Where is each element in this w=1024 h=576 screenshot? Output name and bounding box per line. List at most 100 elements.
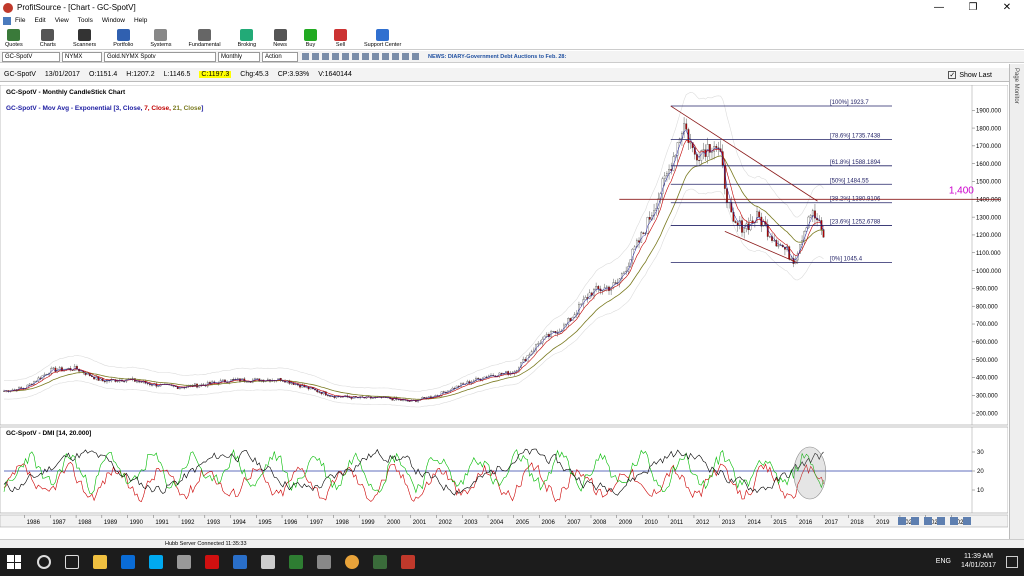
- toolbar-broking-button[interactable]: Broking: [237, 29, 257, 49]
- toolbar-systems-button[interactable]: Systems: [150, 29, 171, 49]
- candle-down: [597, 285, 600, 290]
- exchange-select[interactable]: NYMX: [62, 51, 102, 62]
- candle-down: [327, 394, 329, 396]
- candle-down: [318, 391, 321, 393]
- toolbar-sell-button[interactable]: Sell: [334, 29, 347, 49]
- year-label: 2008: [593, 520, 607, 526]
- fib-level-label: [38.2%] 1380.9106: [830, 197, 881, 203]
- news-ticker[interactable]: NEWS: DIARY-Government Debt Auctions to …: [428, 54, 566, 60]
- year-label: 2001: [413, 520, 427, 526]
- menu-view[interactable]: View: [55, 17, 69, 24]
- period-select[interactable]: Monthly: [218, 51, 260, 62]
- chart-area[interactable]: 200.000 300.000 400.000 500.000 600.000 700.0…: [0, 84, 1009, 537]
- security-shield-icon[interactable]: [233, 555, 247, 569]
- toolbar-buy-button[interactable]: Buy: [304, 29, 317, 49]
- toolbar-news-button[interactable]: News: [273, 29, 287, 49]
- task-view-icon[interactable]: [65, 555, 79, 569]
- year-label: 2017: [825, 520, 839, 526]
- annotation-1400: 1,400: [949, 185, 974, 196]
- settings-icon[interactable]: [411, 53, 419, 60]
- trading-app-icon[interactable]: [373, 555, 387, 569]
- draw-line-icon[interactable]: [331, 53, 339, 60]
- menu-window[interactable]: Window: [102, 17, 125, 24]
- year-label: 1998: [336, 520, 350, 526]
- toolbar-charts-button[interactable]: Charts: [40, 29, 56, 49]
- year-label: 2015: [773, 520, 787, 526]
- candle-up: [179, 387, 181, 390]
- menu-file[interactable]: File: [15, 17, 25, 24]
- toolbar-portfolio-button[interactable]: Portfolio: [113, 29, 133, 49]
- kogan-icon[interactable]: [205, 555, 219, 569]
- minimize-icon[interactable]: —: [922, 0, 956, 15]
- zoom-out-icon[interactable]: [311, 53, 319, 60]
- indicator-icon[interactable]: [361, 53, 369, 60]
- crosshair-icon[interactable]: [321, 53, 329, 60]
- page-monitor-panel[interactable]: Page Monitor: [1009, 64, 1024, 544]
- toolbar-quotes-button[interactable]: Quotes: [5, 29, 23, 49]
- toolbar-support-center-button[interactable]: Support Center: [364, 29, 401, 49]
- profitsource-taskbar-icon[interactable]: [401, 555, 415, 569]
- year-label: 2009: [619, 520, 633, 526]
- app-icon[interactable]: [261, 555, 275, 569]
- text-tool-icon[interactable]: [351, 53, 359, 60]
- news-icon: [273, 29, 287, 41]
- year-label: 1991: [155, 520, 169, 526]
- toolbar-label: Fundamental: [188, 42, 221, 48]
- clock[interactable]: 11:39 AM 14/01/2017: [961, 552, 996, 570]
- alert-icon[interactable]: [401, 53, 409, 60]
- price-tick-label: 900.000: [976, 287, 998, 293]
- notifications-icon[interactable]: [1006, 556, 1018, 568]
- quote-close: C:1197.3: [199, 71, 232, 78]
- quote-symbol: GC-SpotV: [4, 71, 36, 78]
- refresh-icon[interactable]: [391, 53, 399, 60]
- menu-tools[interactable]: Tools: [78, 17, 93, 24]
- year-label: 1994: [233, 520, 247, 526]
- calculator-icon[interactable]: [177, 555, 191, 569]
- language-indicator[interactable]: ENG: [936, 558, 951, 565]
- year-label: 2007: [567, 520, 581, 526]
- menu-edit[interactable]: Edit: [34, 17, 45, 24]
- action-menu[interactable]: Action: [262, 51, 298, 62]
- scroll-control-icon: [937, 517, 945, 525]
- scroll-control-icon: [950, 517, 958, 525]
- candle-up: [790, 258, 793, 260]
- toolbar-label: Buy: [305, 42, 316, 48]
- price-tick-label: 600.000: [976, 340, 998, 346]
- price-chart-svg[interactable]: 200.000 300.000 400.000 500.000 600.000 700.0…: [0, 84, 1009, 537]
- spreadsheet-icon[interactable]: [289, 555, 303, 569]
- toolbar-scanners-button[interactable]: Scanners: [73, 29, 96, 49]
- zoom-in-icon[interactable]: [301, 53, 309, 60]
- year-label: 2004: [490, 520, 504, 526]
- toolbar-label: Broking: [237, 42, 257, 48]
- show-last-toggle[interactable]: ✓ Show Last: [948, 71, 992, 79]
- skype-icon[interactable]: [149, 555, 163, 569]
- chrome-icon[interactable]: [345, 555, 359, 569]
- candle-up: [689, 142, 692, 144]
- price-tick-label: 300.000: [976, 393, 998, 399]
- candle-down: [758, 211, 761, 218]
- toolbar-fundamental-button[interactable]: Fundamental: [188, 29, 221, 49]
- windows-start-icon[interactable]: [7, 555, 21, 569]
- year-label: 2006: [541, 520, 555, 526]
- restore-icon[interactable]: ❐: [956, 0, 990, 15]
- file-explorer-icon[interactable]: [93, 555, 107, 569]
- indicator-title: GC-SpotV - Mov Avg - Exponential [3, Clo…: [6, 105, 203, 112]
- menu-help[interactable]: Help: [134, 17, 147, 24]
- scroll-control-icon: [924, 517, 932, 525]
- show-last-checkbox[interactable]: ✓: [948, 71, 957, 79]
- close-icon[interactable]: ✕: [990, 0, 1024, 15]
- toolbar-label: Charts: [39, 42, 56, 48]
- template-icon[interactable]: [371, 53, 379, 60]
- year-label: 2014: [747, 520, 761, 526]
- candle-down: [569, 318, 572, 321]
- symbol-input[interactable]: GC-SpotV: [2, 51, 60, 62]
- security-name-field[interactable]: Gold.NYMX Spotv: [104, 51, 216, 62]
- printer-icon[interactable]: [317, 555, 331, 569]
- edge-icon[interactable]: [121, 555, 135, 569]
- search-icon[interactable]: [37, 555, 51, 569]
- clock-time: 11:39 AM: [963, 553, 993, 560]
- price-tick-label: 1400.000: [976, 198, 1002, 204]
- print-icon[interactable]: [381, 53, 389, 60]
- fib-level-label: [50%] 1484.55: [830, 178, 869, 184]
- fibonacci-icon[interactable]: [341, 53, 349, 60]
